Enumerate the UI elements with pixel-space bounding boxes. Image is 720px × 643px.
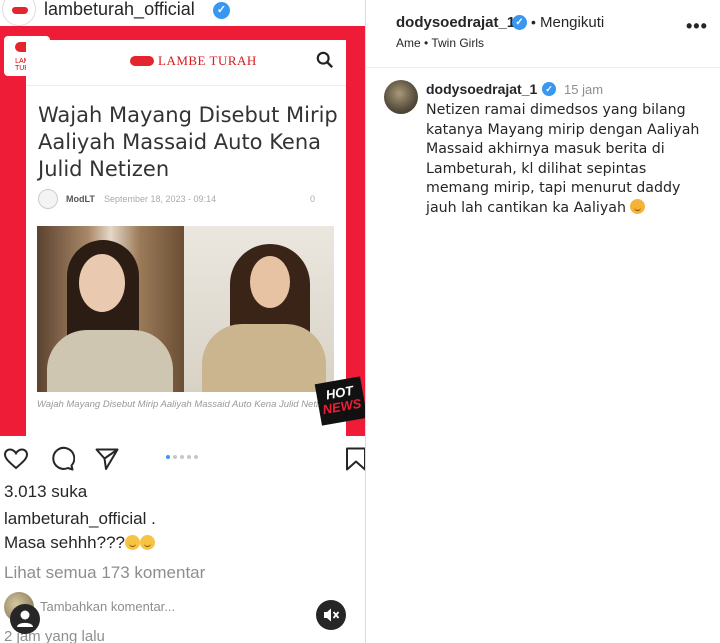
carousel-dots bbox=[166, 455, 201, 461]
post-actions bbox=[0, 440, 365, 476]
photo-dress bbox=[47, 330, 173, 392]
article-photo-left bbox=[37, 226, 184, 392]
likes-count[interactable]: 3.013 suka bbox=[4, 482, 87, 502]
article-author: ModLT bbox=[66, 194, 95, 204]
post-image[interactable]: LAMBE TURAH LAMBE TURAH Wajah Mayang Dis… bbox=[0, 26, 365, 436]
comments-pane: dodysoedrajat_1 ✓ • Mengikuti Ame • Twin… bbox=[365, 0, 720, 643]
post-pane: lambeturah_official ✓ LAMBE TURAH LAMBE … bbox=[0, 0, 365, 643]
commenter-avatar[interactable] bbox=[384, 80, 418, 114]
article-photo-caption: Wajah Mayang Disebut Mirip Aaliyah Massa… bbox=[37, 399, 334, 410]
article-comment-count: 0 bbox=[310, 194, 316, 204]
lips-logo-icon bbox=[12, 7, 28, 14]
comment-body: Netizen ramai dimedsos yang bilang katan… bbox=[426, 101, 711, 219]
verified-badge-icon: ✓ bbox=[542, 82, 556, 96]
add-comment-row: Tambahkan komentar... bbox=[0, 590, 365, 626]
comment-time: 15 jam bbox=[564, 82, 604, 97]
article-date: September 18, 2023 - 09:14 bbox=[104, 194, 217, 204]
search-icon bbox=[316, 51, 334, 69]
post-author-username[interactable]: lambeturah_official bbox=[44, 0, 195, 20]
article-author-avatar bbox=[38, 189, 58, 209]
article-meta: ModLT September 18, 2023 - 09:14 0 bbox=[38, 189, 338, 211]
mute-button[interactable] bbox=[316, 600, 346, 630]
post-header: lambeturah_official ✓ bbox=[0, 0, 365, 26]
following-button[interactable]: Mengikuti bbox=[540, 14, 604, 31]
lips-logo-icon bbox=[130, 56, 154, 66]
comment-icon[interactable] bbox=[49, 446, 75, 472]
photo-face bbox=[79, 254, 125, 312]
comment-text: Netizen ramai dimedsos yang bilang katan… bbox=[426, 102, 700, 216]
caption-body: Masa sehhh??? bbox=[4, 533, 125, 552]
verified-badge-icon: ✓ bbox=[213, 2, 230, 19]
thinking-face-emoji-icon bbox=[124, 535, 140, 550]
heart-icon[interactable] bbox=[3, 446, 29, 472]
audio-link[interactable]: Ame • Twin Girls bbox=[396, 36, 484, 50]
header-username[interactable]: dodysoedrajat_1 bbox=[396, 14, 515, 31]
comments-header: dodysoedrajat_1 ✓ • Mengikuti Ame • Twin… bbox=[366, 0, 720, 68]
view-all-comments-link[interactable]: Lihat semua 173 komentar bbox=[4, 563, 205, 583]
article-brand: LAMBE TURAH bbox=[158, 53, 257, 68]
carousel-dot[interactable] bbox=[173, 455, 177, 459]
article-card: LAMBE TURAH Wajah Mayang Disebut Mirip A… bbox=[26, 40, 346, 436]
article-title: Wajah Mayang Disebut Mirip Aaliyah Massa… bbox=[38, 103, 338, 181]
photo-face bbox=[250, 256, 290, 308]
person-icon bbox=[17, 610, 33, 627]
hot-news-line2: NEWS bbox=[321, 395, 363, 418]
carousel-dot[interactable] bbox=[187, 455, 191, 459]
bookmark-icon[interactable] bbox=[343, 446, 365, 472]
more-options-icon[interactable]: ••• bbox=[686, 16, 708, 37]
speaker-muted-icon bbox=[324, 608, 340, 622]
carousel-dot[interactable] bbox=[166, 455, 170, 459]
article-topbar: LAMBE TURAH bbox=[26, 40, 346, 86]
verified-badge-icon: ✓ bbox=[512, 15, 527, 30]
smiling-face-hearts-emoji-icon bbox=[630, 198, 646, 214]
caption-username[interactable]: lambeturah_official . bbox=[4, 509, 156, 529]
share-icon[interactable] bbox=[94, 446, 120, 472]
commenter-username[interactable]: dodysoedrajat_1 bbox=[426, 81, 537, 97]
add-comment-input[interactable]: Tambahkan komentar... bbox=[40, 599, 175, 614]
header-separator: • bbox=[531, 14, 536, 30]
caption-text: Masa sehhh??? bbox=[4, 533, 155, 553]
hot-news-badge: HOT NEWS bbox=[314, 376, 365, 426]
carousel-dot[interactable] bbox=[194, 455, 198, 459]
article-photo-right bbox=[184, 226, 334, 392]
tagged-people-button[interactable] bbox=[10, 604, 40, 634]
photo-top bbox=[202, 324, 326, 392]
thinking-face-emoji-icon bbox=[139, 535, 155, 550]
post-author-avatar[interactable] bbox=[2, 0, 36, 26]
carousel-dot[interactable] bbox=[180, 455, 184, 459]
